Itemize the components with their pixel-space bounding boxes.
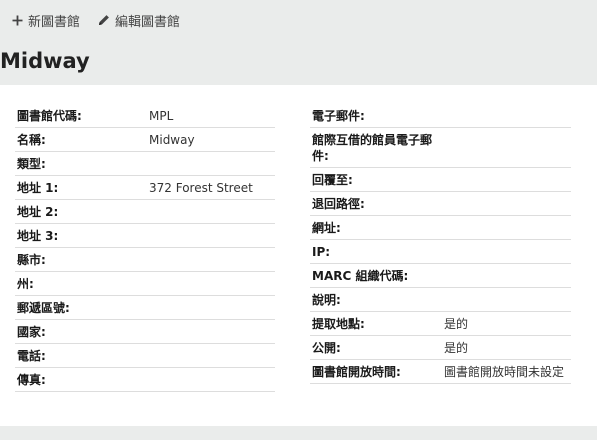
field-label: 電話: [17,349,46,363]
field-value [149,372,275,388]
left-field-row: 地址 1: 372 Forest Street [15,176,275,200]
right-field-row: 網址: [310,216,571,240]
new-library-button[interactable]: 新圖書館 [12,11,80,30]
field-label: 地址 2: [17,205,59,219]
library-details-panel: 圖書館代碼: MPL 名稱: Midway 類型: 地址 1: 372 Forest Str… [0,85,597,426]
field-label: 郵遞區號: [17,301,70,315]
field-value: 372 Forest Street [149,181,253,195]
right-field-row: 說明: [310,288,571,312]
field-value [444,196,571,212]
left-field-row: 州: [15,272,275,296]
field-label: 地址 3: [17,229,59,243]
field-label: 類型: [17,157,46,171]
field-value [149,204,275,220]
field-value [444,220,571,236]
field-value [149,300,275,316]
left-field-row: 圖書館代碼: MPL [15,104,275,128]
left-field-row: 電話: [15,344,275,368]
right-field-row: 圖書館開放時間: 圖書館開放時間未設定 [310,360,571,384]
field-label: 傳真: [17,373,46,387]
field-label: 圖書館開放時間: [312,365,401,379]
field-label: 館際互借的館員電子郵件: [312,133,433,163]
field-value [149,252,275,268]
right-field-row: IP: [310,240,571,264]
field-value [149,156,275,172]
right-field-row: 公開: 是的 [310,336,571,360]
left-field-row: 名稱: Midway [15,128,275,152]
field-value [149,228,275,244]
field-label: 圖書館代碼: [17,109,82,123]
field-value [444,244,571,260]
field-value: Midway [149,133,195,147]
field-label: 電子郵件: [312,109,365,123]
field-value [149,348,275,364]
field-value [444,172,571,188]
right-field-row: 館際互借的館員電子郵件: [310,128,571,168]
page-title: Midway [0,49,90,73]
edit-library-button[interactable]: 編輯圖書館 [98,11,180,30]
field-value [444,268,571,284]
right-field-row: 電子郵件: [310,104,571,128]
field-value [444,292,571,308]
left-field-row: 類型: [15,152,275,176]
right-field-row: 提取地點: 是的 [310,312,571,336]
toolbar: 新圖書館 編輯圖書館 [0,0,597,40]
right-field-row: MARC 組織代碼: [310,264,571,288]
field-label: 網址: [312,221,341,235]
field-label: 退回路徑: [312,197,365,211]
edit-library-label: 編輯圖書館 [115,14,181,30]
field-label: MARC 組織代碼: [312,269,409,283]
right-field-row: 退回路徑: [310,192,571,216]
field-value: MPL [149,109,174,123]
field-value [149,324,275,340]
field-value [444,132,571,164]
field-label: 說明: [312,293,341,307]
field-label: 地址 1: [17,181,59,195]
field-label: 縣市: [17,253,46,267]
left-field-row: 地址 3: [15,224,275,248]
field-value: 是的 [444,317,469,331]
field-label: 國家: [17,325,46,339]
field-label: 州: [17,277,34,291]
field-value: 是的 [444,341,469,355]
field-value [149,276,275,292]
left-details-column: 圖書館代碼: MPL 名稱: Midway 類型: 地址 1: 372 Forest Str… [15,104,275,392]
right-details-column: 電子郵件: 館際互借的館員電子郵件: 回覆至: 退回路徑: 網址: IP: MARC 組織代… [310,104,571,384]
field-label: 提取地點: [312,317,365,331]
field-value [444,108,571,124]
left-field-row: 郵遞區號: [15,296,275,320]
left-field-row: 地址 2: [15,200,275,224]
field-label: IP: [312,245,331,259]
field-label: 名稱: [17,133,46,147]
plus-icon [12,15,23,26]
field-label: 公開: [312,341,341,355]
right-field-row: 回覆至: [310,168,571,192]
field-value: 圖書館開放時間未設定 [444,365,565,379]
new-library-label: 新圖書館 [28,14,81,30]
left-field-row: 縣市: [15,248,275,272]
left-field-row: 傳真: [15,368,275,392]
pencil-icon [98,14,110,26]
left-field-row: 國家: [15,320,275,344]
field-label: 回覆至: [312,173,353,187]
